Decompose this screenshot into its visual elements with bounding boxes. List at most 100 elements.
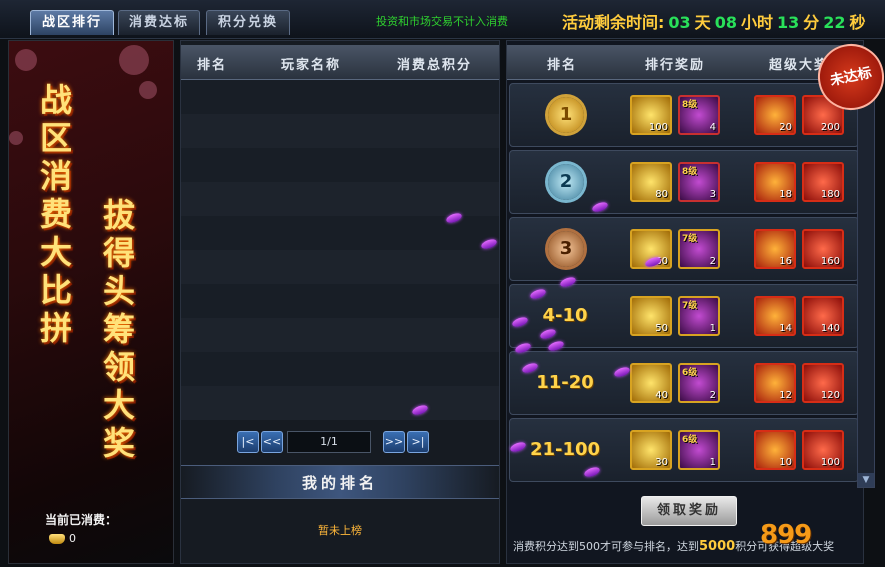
rank-range-label: 11-20 — [536, 372, 594, 393]
timer-seconds-unit: 秒 — [849, 13, 866, 32]
tab-zone-ranking[interactable]: 战区排行 — [30, 10, 114, 35]
red-token-item-icon[interactable]: 160 — [802, 229, 844, 269]
ingot-icon — [49, 534, 65, 544]
skill-book-item-icon[interactable]: 6级 1 — [678, 430, 720, 470]
reward-row-rank-3: 3 60 7级 2 16 160 — [509, 217, 859, 281]
ranking-list-panel: 排名 玩家名称 消费总积分 |< << 1/1 >> >| 我的排名 暂未上榜 — [180, 40, 500, 564]
item-count: 3 — [709, 189, 716, 200]
next-page-button[interactable]: >> — [383, 431, 405, 453]
golden-scroll-item-icon[interactable]: 14 — [754, 296, 796, 336]
my-rank-title: 我的排名 — [301, 474, 378, 492]
reward-row-rank-11-20: 11-20 40 6级 2 12 120 — [509, 351, 859, 415]
golden-scroll-item-icon[interactable]: 10 — [754, 430, 796, 470]
table-row — [181, 148, 499, 182]
item-count: 12 — [779, 390, 792, 401]
item-count: 1 — [709, 323, 716, 334]
rank-range-label: 4-10 — [542, 305, 588, 326]
table-row — [181, 114, 499, 148]
my-rank-value: 暂未上榜 — [318, 524, 362, 537]
skill-book-item-icon[interactable]: 7级 2 — [678, 229, 720, 269]
timer-minutes-unit: 分 — [803, 13, 820, 32]
prev-page-button[interactable]: << — [261, 431, 283, 453]
tab-spending-goal[interactable]: 消费达标 — [118, 10, 200, 35]
timer-hours-unit: 小时 — [740, 13, 773, 32]
banner-title-right: 拔得头筹领大奖 — [102, 196, 135, 462]
gold-leaf-item-icon[interactable]: 80 — [630, 162, 672, 202]
item-level-tag: 7级 — [682, 234, 698, 244]
column-rank: 排名 — [547, 58, 578, 73]
blossom-decoration — [9, 131, 23, 145]
golden-scroll-item-icon[interactable]: 18 — [754, 162, 796, 202]
golden-scroll-item-icon[interactable]: 20 — [754, 95, 796, 135]
skill-book-item-icon[interactable]: 6级 2 — [678, 363, 720, 403]
rank-range-label: 21-100 — [529, 439, 601, 460]
timer-days: 03 — [668, 13, 691, 32]
red-token-item-icon[interactable]: 120 — [802, 363, 844, 403]
item-count: 4 — [709, 122, 716, 133]
item-count: 180 — [820, 189, 840, 200]
spent-value: 0 — [69, 532, 76, 545]
claim-reward-button[interactable]: 领取奖励 — [641, 496, 737, 526]
timer-days-unit: 天 — [694, 13, 711, 32]
first-page-button[interactable]: |< — [237, 431, 259, 453]
spending-notice: 投资和市场交易不计入消费 — [376, 15, 508, 28]
table-row — [181, 80, 499, 114]
item-level-tag: 7级 — [682, 301, 698, 311]
rewards-panel: 排名 排行奖励 超级大奖 1 100 8级 4 20 200 2 80 8级 3 1… — [506, 40, 864, 564]
timer-hours: 08 — [714, 13, 737, 32]
skill-book-item-icon[interactable]: 8级 4 — [678, 95, 720, 135]
item-count: 16 — [779, 256, 792, 267]
item-count: 20 — [779, 122, 792, 133]
silver-medal-icon: 2 — [548, 164, 584, 200]
golden-scroll-item-icon[interactable]: 16 — [754, 229, 796, 269]
site-watermark-logo: 899 — [760, 520, 812, 550]
rewards-scrollbar[interactable]: ▲ ▼ — [857, 82, 875, 488]
red-token-item-icon[interactable]: 180 — [802, 162, 844, 202]
column-rank-reward: 排行奖励 — [645, 58, 706, 73]
ranking-table-header: 排名 玩家名称 消费总积分 — [181, 45, 499, 80]
note-highlight: 5000 — [699, 539, 736, 554]
page-indicator: 1/1 — [287, 431, 371, 453]
last-page-button[interactable]: >| — [407, 431, 429, 453]
tab-points-exchange[interactable]: 积分兑换 — [206, 10, 290, 35]
golden-scroll-item-icon[interactable]: 12 — [754, 363, 796, 403]
red-token-item-icon[interactable]: 100 — [802, 430, 844, 470]
table-row — [181, 182, 499, 216]
item-count: 100 — [820, 457, 840, 468]
item-level-tag: 6级 — [682, 435, 698, 445]
item-level-tag: 6级 — [682, 368, 698, 378]
event-timer: 活动剩余时间: 03 天 08 小时 13 分 22 秒 — [562, 9, 866, 33]
item-level-tag: 8级 — [682, 100, 698, 110]
timer-seconds: 22 — [823, 13, 846, 32]
table-row — [181, 352, 499, 386]
gold-leaf-item-icon[interactable]: 50 — [630, 296, 672, 336]
gold-leaf-item-icon[interactable]: 100 — [630, 95, 672, 135]
gold-medal-icon: 1 — [548, 97, 584, 133]
column-player-name: 玩家名称 — [281, 58, 342, 73]
note-prefix: 消费积分达到500才可参与排名，达到 — [513, 540, 699, 553]
skill-book-item-icon[interactable]: 7级 1 — [678, 296, 720, 336]
table-row — [181, 386, 499, 420]
table-row — [181, 318, 499, 352]
reward-row-rank-21-100: 21-100 30 6级 1 10 100 — [509, 418, 859, 482]
reward-row-rank-4-10: 4-10 50 7级 1 14 140 — [509, 284, 859, 348]
item-count: 80 — [655, 189, 668, 200]
bronze-medal-icon: 3 — [548, 231, 584, 267]
red-token-item-icon[interactable]: 140 — [802, 296, 844, 336]
item-count: 18 — [779, 189, 792, 200]
skill-book-item-icon[interactable]: 8级 3 — [678, 162, 720, 202]
rewards-table-header: 排名 排行奖励 超级大奖 — [507, 45, 863, 80]
item-count: 200 — [820, 122, 840, 133]
table-row — [181, 250, 499, 284]
blossom-decoration — [15, 49, 37, 71]
event-banner: 战区消费大比拼 拔得头筹领大奖 当前已消费： 0 — [8, 40, 174, 564]
gold-leaf-item-icon[interactable]: 40 — [630, 363, 672, 403]
spent-label: 当前已消费： — [45, 513, 118, 527]
item-count: 14 — [779, 323, 792, 334]
scroll-down-icon[interactable]: ▼ — [858, 473, 874, 487]
gold-leaf-item-icon[interactable]: 30 — [630, 430, 672, 470]
reward-row-rank-1: 1 100 8级 4 20 200 — [509, 83, 859, 147]
top-bar: 战区排行 消费达标 积分兑换 投资和市场交易不计入消费 活动剩余时间: 03 天 08… — [0, 0, 885, 39]
column-rank: 排名 — [197, 58, 228, 73]
item-count: 140 — [820, 323, 840, 334]
